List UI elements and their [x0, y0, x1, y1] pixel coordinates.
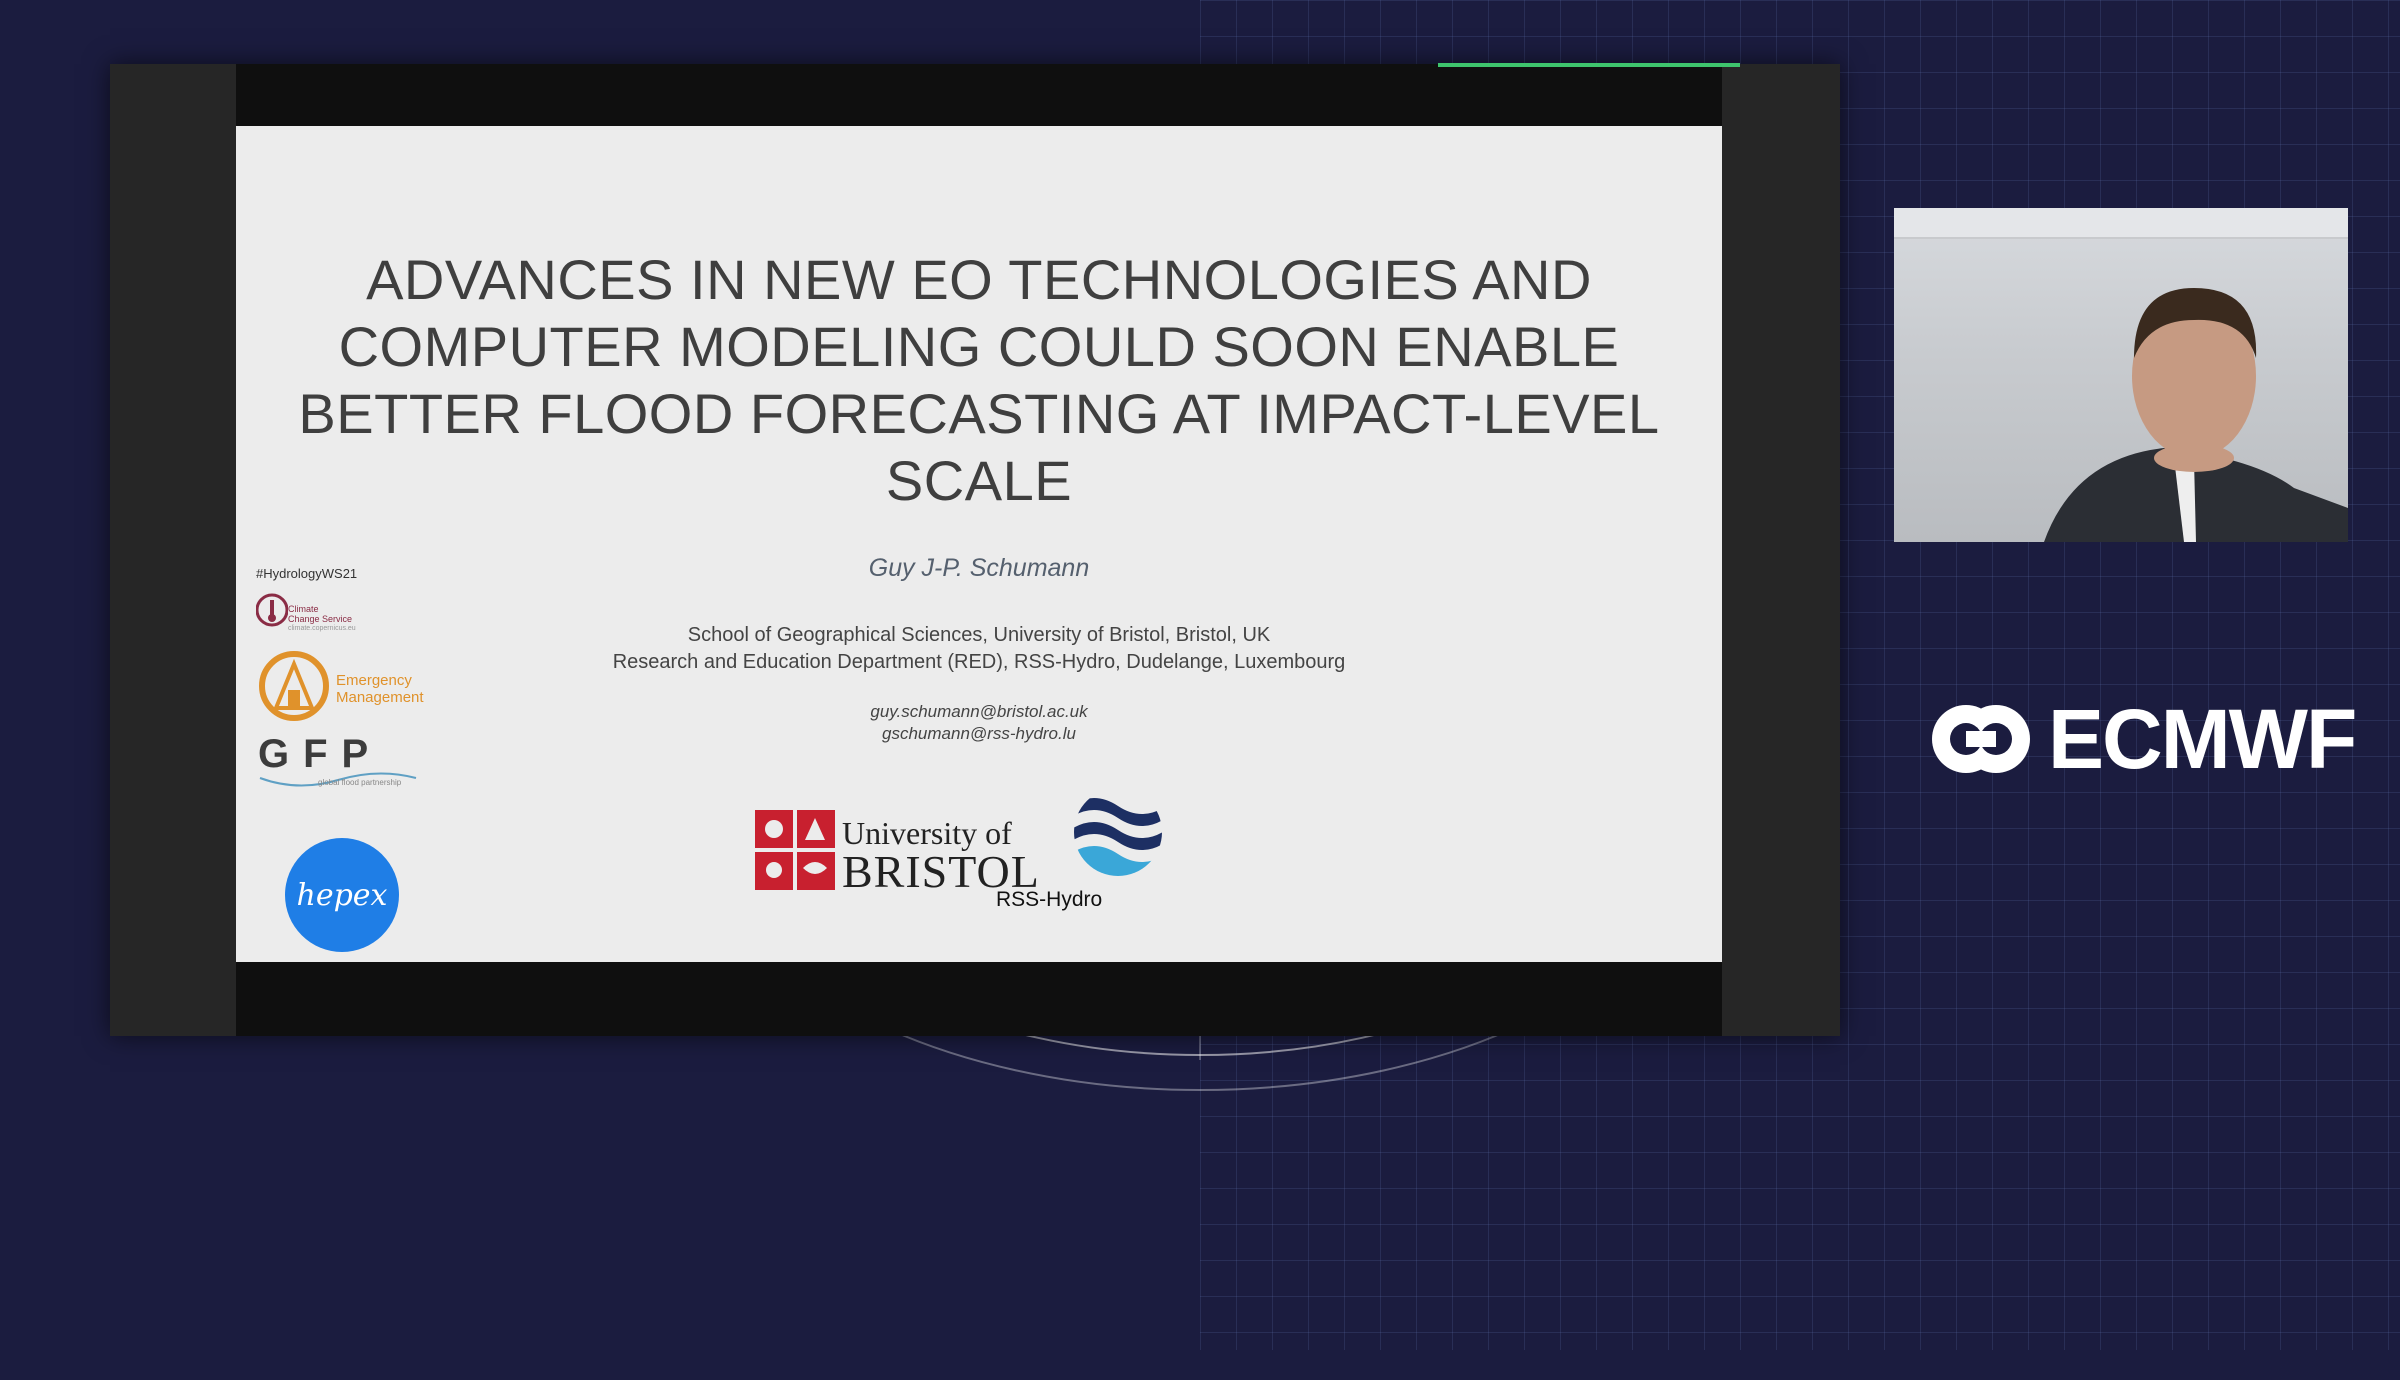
presentation-slide: ADVANCES IN NEW EO TECHNOLOGIES AND COMP… [236, 126, 1722, 962]
share-bottom-bar [236, 962, 1722, 1036]
hashtag-label: #HydrologyWS21 [256, 566, 358, 581]
bristol-crest-icon [755, 810, 835, 890]
bristol-logo-text: University of BRISTOL [842, 815, 1040, 897]
email-line: gschumann@rss-hydro.lu [882, 724, 1076, 743]
emergency-management-logo-icon [259, 651, 329, 721]
share-top-bar [236, 64, 1722, 126]
gfp-logo-subtitle: global flood partnership [318, 778, 402, 787]
speaking-indicator [1438, 63, 1740, 67]
c3s-logo-icon [256, 593, 288, 627]
hepex-logo: hepex [285, 838, 399, 952]
speaker-video-tile[interactable] [1894, 208, 2348, 542]
ecmwf-logo-icon [1932, 705, 2030, 773]
title-line: COMPUTER MODELING COULD SOON ENABLE [338, 315, 1620, 378]
speaker-video-feed [1894, 208, 2348, 542]
ecmwf-brand: ECMWF [1928, 692, 2357, 786]
title-line: BETTER FLOOD FORECASTING AT IMPACT-LEVEL [298, 382, 1660, 445]
slide-title: ADVANCES IN NEW EO TECHNOLOGIES AND COMP… [266, 246, 1692, 514]
rss-hydro-logo-icon [1074, 788, 1162, 876]
email-line: guy.schumann@bristol.ac.uk [870, 702, 1088, 721]
rss-hydro-label: RSS-Hydro [996, 888, 1103, 911]
presenter-name: Guy J-P. Schumann [868, 554, 1090, 582]
title-line: ADVANCES IN NEW EO TECHNOLOGIES AND [366, 248, 1592, 311]
ecmwf-wordmark: ECMWF [2048, 691, 2357, 786]
title-line: SCALE [885, 449, 1073, 512]
c3s-logo-text: Climate Change Service climate.copernicu… [288, 604, 356, 632]
affiliation-line: Research and Education Department (RED),… [612, 651, 1346, 673]
affiliation-line: School of Geographical Sciences, Univers… [687, 624, 1271, 646]
emergency-management-logo-text: Emergency Management [336, 672, 424, 706]
